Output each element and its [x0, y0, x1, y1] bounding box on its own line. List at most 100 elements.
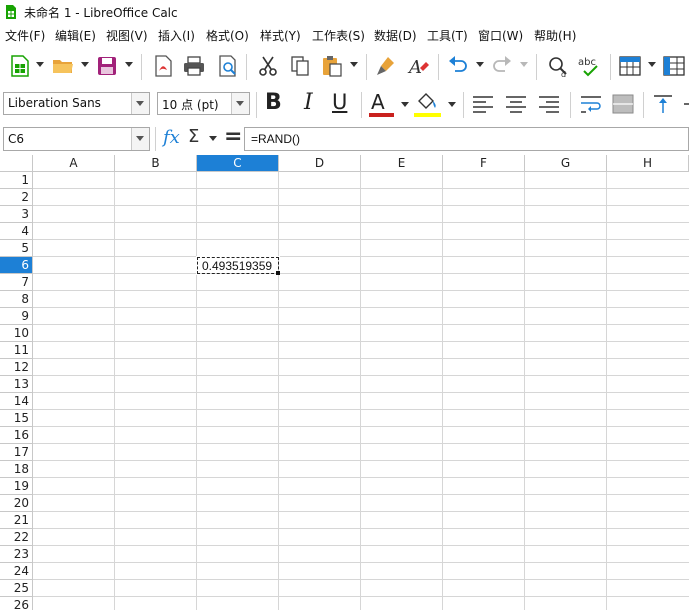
row-header-12[interactable]: 12: [0, 359, 33, 376]
open-dropdown-icon[interactable]: [81, 62, 89, 67]
align-center-icon[interactable]: [505, 94, 527, 114]
font-color-dropdown-icon[interactable]: [401, 102, 409, 107]
paste-icon[interactable]: [320, 54, 344, 78]
undo-dropdown-icon[interactable]: [476, 62, 484, 67]
new-dropdown-icon[interactable]: [36, 62, 44, 67]
row-header-16[interactable]: 16: [0, 427, 33, 444]
sum-button[interactable]: Σ: [188, 126, 199, 147]
row-header-7[interactable]: 7: [0, 274, 33, 291]
menu-view[interactable]: 视图(V): [106, 27, 148, 44]
save-dropdown-icon[interactable]: [125, 62, 133, 67]
function-wizard-button[interactable]: fx: [163, 127, 180, 148]
menu-edit[interactable]: 编辑(E): [55, 27, 96, 44]
row-header-10[interactable]: 10: [0, 325, 33, 342]
row-header-6[interactable]: 6: [0, 257, 33, 274]
row-header-18[interactable]: 18: [0, 461, 33, 478]
underline-button[interactable]: U: [332, 90, 347, 114]
bold-button[interactable]: B: [265, 90, 282, 115]
name-box[interactable]: C6: [3, 127, 150, 151]
column-header-g[interactable]: G: [525, 155, 607, 172]
column-header-f[interactable]: F: [443, 155, 525, 172]
menu-help[interactable]: 帮助(H): [534, 27, 576, 44]
align-top-icon[interactable]: [652, 94, 674, 114]
new-document-icon[interactable]: [8, 54, 32, 78]
print-preview-icon[interactable]: [216, 54, 240, 78]
redo-icon[interactable]: [490, 54, 514, 78]
row-header-14[interactable]: 14: [0, 393, 33, 410]
select-all-corner[interactable]: [0, 155, 33, 172]
font-name-dropdown-icon[interactable]: [131, 93, 149, 114]
open-folder-icon[interactable]: [51, 54, 75, 78]
row-header-20[interactable]: 20: [0, 495, 33, 512]
spelling-icon[interactable]: abc: [578, 54, 602, 78]
print-icon[interactable]: [182, 54, 206, 78]
row-column-dropdown-icon[interactable]: [648, 62, 656, 67]
formula-input[interactable]: =RAND(): [244, 127, 689, 151]
highlight-bucket-icon[interactable]: [414, 91, 440, 113]
save-icon[interactable]: [95, 54, 119, 78]
clear-formatting-icon[interactable]: A: [406, 54, 430, 78]
row-header-23[interactable]: 23: [0, 546, 33, 563]
font-size-combo[interactable]: 10 点 (pt): [157, 92, 250, 115]
wrap-text-icon[interactable]: [580, 94, 602, 114]
menu-window[interactable]: 窗口(W): [478, 27, 523, 44]
paste-dropdown-icon[interactable]: [350, 62, 358, 67]
row-header-26[interactable]: 26: [0, 597, 33, 610]
sum-dropdown-icon[interactable]: [209, 136, 217, 141]
undo-icon[interactable]: [446, 54, 470, 78]
clone-formatting-icon[interactable]: [374, 54, 398, 78]
cut-icon[interactable]: [256, 54, 280, 78]
column-header-a[interactable]: A: [33, 155, 115, 172]
formula-equals-button[interactable]: =: [224, 124, 242, 149]
menu-tools[interactable]: 工具(T): [427, 27, 468, 44]
font-size-dropdown-icon[interactable]: [231, 93, 249, 114]
menu-file[interactable]: 文件(F): [5, 27, 45, 44]
row-gridline: [33, 477, 689, 478]
active-cell-C6[interactable]: 0.493519359: [196, 256, 280, 275]
align-left-icon[interactable]: [472, 94, 494, 114]
column-header-h[interactable]: H: [607, 155, 689, 172]
align-middle-icon[interactable]: [684, 94, 689, 114]
row-header-19[interactable]: 19: [0, 478, 33, 495]
menu-sheet[interactable]: 工作表(S): [312, 27, 365, 44]
spreadsheet-grid[interactable]: ABCDEFGH 1 2 3 4 5 6 7 8 9 10 11 12 13 14 15 16 17 18 19 20…: [0, 155, 689, 610]
row-header-3[interactable]: 3: [0, 206, 33, 223]
column-header-b[interactable]: B: [115, 155, 197, 172]
menu-format[interactable]: 格式(O): [206, 27, 249, 44]
autofill-handle[interactable]: [276, 271, 280, 275]
row-header-4[interactable]: 4: [0, 223, 33, 240]
menu-insert[interactable]: 插入(I): [158, 27, 195, 44]
menu-styles[interactable]: 样式(Y): [260, 27, 301, 44]
row-header-2[interactable]: 2: [0, 189, 33, 206]
align-right-icon[interactable]: [538, 94, 560, 114]
highlight-dropdown-icon[interactable]: [448, 102, 456, 107]
row-header-25[interactable]: 25: [0, 580, 33, 597]
row-column-icon[interactable]: [618, 54, 642, 78]
menu-data[interactable]: 数据(D): [374, 27, 417, 44]
column-header-d[interactable]: D: [279, 155, 361, 172]
row-header-11[interactable]: 11: [0, 342, 33, 359]
row-header-22[interactable]: 22: [0, 529, 33, 546]
font-color-button[interactable]: A: [371, 90, 385, 114]
row-header-8[interactable]: 8: [0, 291, 33, 308]
redo-dropdown-icon[interactable]: [520, 62, 528, 67]
row-header-21[interactable]: 21: [0, 512, 33, 529]
column-header-e[interactable]: E: [361, 155, 443, 172]
row-header-24[interactable]: 24: [0, 563, 33, 580]
row-header-17[interactable]: 17: [0, 444, 33, 461]
name-box-dropdown-icon[interactable]: [131, 128, 149, 150]
column-header-c[interactable]: C: [197, 155, 279, 172]
row-header-13[interactable]: 13: [0, 376, 33, 393]
font-name-combo[interactable]: Liberation Sans: [3, 92, 150, 115]
row-header-9[interactable]: 9: [0, 308, 33, 325]
copy-icon[interactable]: [288, 54, 312, 78]
row-header-15[interactable]: 15: [0, 410, 33, 427]
italic-button[interactable]: I: [304, 90, 313, 115]
export-pdf-icon[interactable]: [151, 54, 175, 78]
merge-cells-icon[interactable]: [612, 94, 634, 114]
freeze-cells-icon[interactable]: [662, 54, 686, 78]
row-header-5[interactable]: 5: [0, 240, 33, 257]
find-replace-icon[interactable]: d: [546, 54, 570, 78]
row-gridline: [33, 409, 689, 410]
row-header-1[interactable]: 1: [0, 172, 33, 189]
